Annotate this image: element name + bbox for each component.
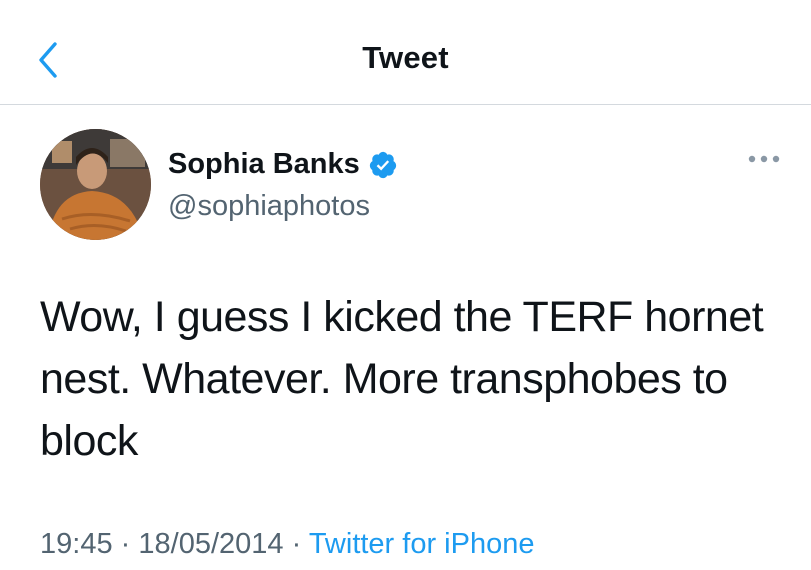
tweet-metadata: 19:45 · 18/05/2014 · Twitter for iPhone bbox=[40, 528, 534, 561]
author-handle[interactable]: @sophiaphotos bbox=[168, 190, 370, 223]
author-name-label: Sophia Banks bbox=[168, 148, 360, 180]
tweet-source-link[interactable]: Twitter for iPhone bbox=[309, 528, 535, 560]
author-name[interactable]: Sophia Banks bbox=[168, 148, 398, 181]
tweet-time: 19:45 bbox=[40, 528, 113, 560]
tweet-date: 18/05/2014 bbox=[138, 528, 284, 560]
verified-badge-icon bbox=[369, 151, 396, 178]
more-options-icon[interactable] bbox=[747, 153, 781, 165]
navigation-bar: Tweet bbox=[0, 0, 811, 105]
meta-separator: · bbox=[291, 528, 302, 560]
meta-separator: · bbox=[120, 528, 131, 560]
profile-photo-icon bbox=[40, 129, 151, 240]
tweet-author[interactable]: Sophia Banks @sophiaphotos bbox=[40, 129, 781, 241]
page-title: Tweet bbox=[362, 40, 449, 75]
avatar[interactable] bbox=[40, 129, 151, 240]
tweet-text: Wow, I guess I kicked the TERF hornet ne… bbox=[40, 293, 764, 465]
